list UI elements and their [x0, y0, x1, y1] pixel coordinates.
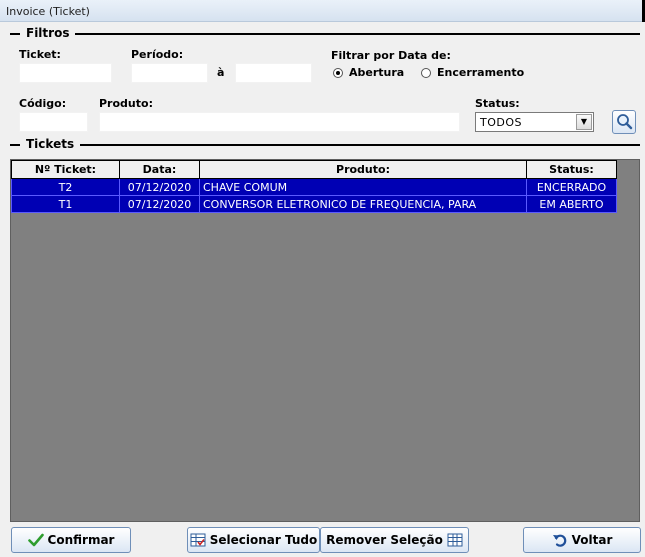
selecionar-tudo-label: Selecionar Tudo — [209, 533, 318, 547]
codigo-label: Código: — [19, 97, 67, 110]
remover-selecao-button[interactable]: Remover Seleção — [320, 527, 469, 553]
status-select[interactable]: TODOS ▼ — [475, 112, 594, 132]
table-row[interactable]: T2 07/12/2020 CHAVE COMUM ENCERRADO — [11, 178, 617, 196]
radio-abertura-label: Abertura — [349, 66, 405, 79]
periodo-start-input[interactable] — [131, 63, 208, 83]
periodo-label: Período: — [131, 48, 184, 61]
tickets-group-label: Tickets — [20, 136, 81, 152]
tickets-grid[interactable]: Nº Ticket: Data: Produto: Status: T2 07/… — [10, 159, 640, 522]
voltar-label: Voltar — [571, 533, 613, 547]
cell-data: 07/12/2020 — [119, 178, 200, 196]
cell-ticket: T1 — [11, 195, 120, 213]
filtrar-data-label: Filtrar por Data de: — [331, 49, 451, 62]
status-label: Status: — [475, 97, 520, 110]
confirmar-button[interactable]: Confirmar — [11, 527, 131, 553]
filtros-group: Filtros — [10, 25, 640, 41]
filtros-divider — [10, 33, 640, 35]
radio-encerramento[interactable]: Encerramento — [421, 66, 524, 79]
col-header-status[interactable]: Status: — [526, 160, 617, 179]
undo-arrow-icon — [552, 534, 566, 547]
select-all-grid-icon — [190, 533, 206, 547]
produto-input[interactable] — [99, 112, 460, 132]
periodo-separator: à — [217, 66, 225, 79]
search-icon — [617, 114, 633, 130]
codigo-input[interactable] — [19, 112, 88, 132]
tickets-table: Nº Ticket: Data: Produto: Status: T2 07/… — [11, 160, 617, 213]
col-header-data[interactable]: Data: — [119, 160, 200, 179]
chevron-down-icon[interactable]: ▼ — [576, 114, 592, 130]
cell-produto: CHAVE COMUM — [199, 178, 527, 196]
col-header-produto[interactable]: Produto: — [199, 160, 527, 179]
selection-buttons: Selecionar Tudo Remover Seleção — [187, 527, 469, 553]
confirmar-label: Confirmar — [47, 533, 115, 547]
check-icon — [27, 533, 44, 547]
cell-status: EM ABERTO — [526, 195, 617, 213]
tickets-group: Tickets — [10, 136, 640, 152]
deselect-grid-icon — [447, 533, 463, 547]
radio-abertura[interactable]: Abertura — [333, 66, 404, 79]
tickets-divider — [10, 144, 640, 146]
cell-data: 07/12/2020 — [119, 195, 200, 213]
search-button[interactable] — [612, 110, 636, 134]
window-title: Invoice (Ticket) — [6, 5, 90, 18]
cell-produto: CONVERSOR ELETRONICO DE FREQUENCIA, PARA — [199, 195, 527, 213]
produto-label: Produto: — [99, 97, 153, 110]
cell-ticket: T2 — [11, 178, 120, 196]
selecionar-tudo-button[interactable]: Selecionar Tudo — [187, 527, 320, 553]
status-select-value: TODOS — [480, 116, 522, 129]
window-titlebar: Invoice (Ticket) — [0, 0, 645, 22]
periodo-end-input[interactable] — [235, 63, 312, 83]
filtros-group-label: Filtros — [20, 25, 76, 41]
radio-checked-icon — [333, 67, 343, 78]
table-row[interactable]: T1 07/12/2020 CONVERSOR ELETRONICO DE FR… — [11, 195, 617, 213]
ticket-label: Ticket: — [19, 48, 61, 61]
cell-status: ENCERRADO — [526, 178, 617, 196]
radio-encerramento-label: Encerramento — [437, 66, 525, 79]
voltar-button[interactable]: Voltar — [523, 527, 641, 553]
remover-selecao-label: Remover Seleção — [326, 533, 443, 547]
ticket-input[interactable] — [19, 63, 112, 83]
col-header-ticket[interactable]: Nº Ticket: — [11, 160, 120, 179]
radio-unchecked-icon — [421, 67, 431, 78]
table-header-row: Nº Ticket: Data: Produto: Status: — [11, 160, 617, 179]
